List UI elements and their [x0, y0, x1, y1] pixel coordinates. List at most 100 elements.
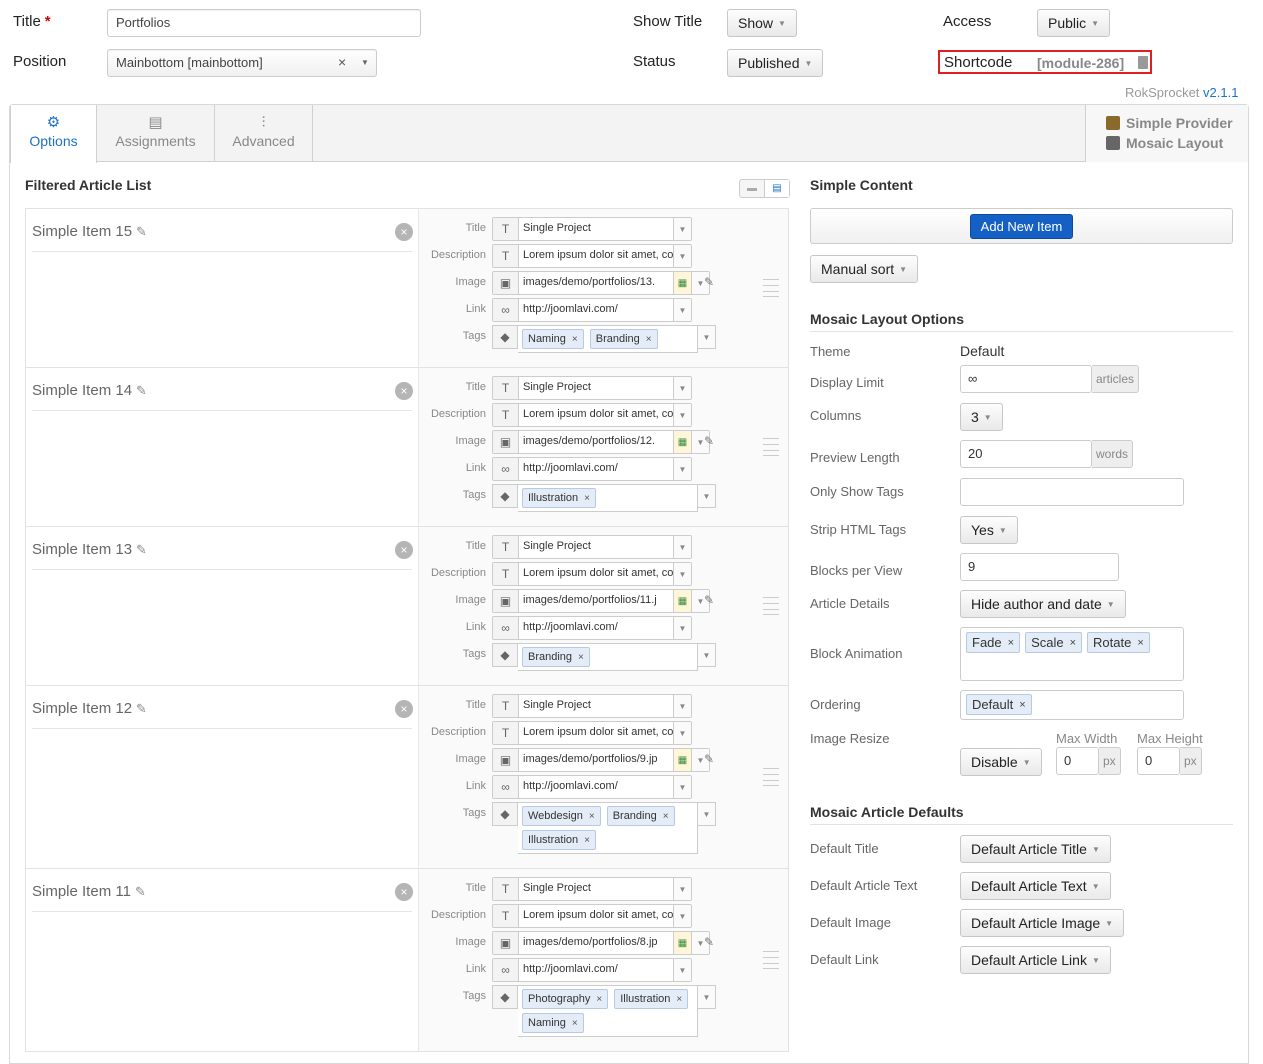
- remove-item-icon[interactable]: ×: [395, 382, 413, 400]
- title-input[interactable]: T Single Project ▼: [492, 217, 692, 241]
- remove-icon[interactable]: ×: [1008, 637, 1014, 649]
- default-title-select[interactable]: Default Article Title ▼: [960, 835, 1111, 863]
- description-input[interactable]: T Lorem ipsum dolor sit amet, con ▼: [492, 244, 692, 268]
- remove-icon[interactable]: ×: [1137, 637, 1143, 649]
- compact-view-icon[interactable]: ▬: [740, 180, 765, 197]
- remove-icon[interactable]: ×: [572, 334, 578, 345]
- pencil-icon[interactable]: ✎: [136, 224, 147, 239]
- remove-icon[interactable]: ×: [676, 994, 682, 1005]
- blocks-per-view-input[interactable]: 9: [960, 553, 1119, 581]
- remove-icon[interactable]: ×: [578, 652, 584, 663]
- chevron-down-icon[interactable]: ▼: [673, 218, 691, 240]
- status-select[interactable]: Published ▼: [727, 49, 824, 77]
- description-input[interactable]: T Lorem ipsum dolor sit amet, con ▼: [492, 721, 692, 745]
- title-input[interactable]: T Single Project ▼: [492, 535, 692, 559]
- chevron-down-icon[interactable]: ▼: [673, 617, 691, 639]
- add-new-item-button[interactable]: Add New Item: [970, 214, 1073, 239]
- image-picker-icon[interactable]: ▦: [673, 590, 691, 612]
- brand-version[interactable]: v2.1.1: [1203, 85, 1238, 100]
- link-input[interactable]: ∞ http://joomlavi.com/ ▼: [492, 958, 692, 982]
- remove-icon[interactable]: ×: [1019, 699, 1025, 711]
- block-animation-select[interactable]: Fade × Scale × Rotate ×: [960, 627, 1184, 681]
- pencil-icon[interactable]: ✎: [136, 383, 147, 398]
- article-details-select[interactable]: Hide author and date ▼: [960, 590, 1126, 618]
- description-input[interactable]: T Lorem ipsum dolor sit amet, con ▼: [492, 904, 692, 928]
- chevron-down-icon[interactable]: ▼: [673, 776, 691, 798]
- remove-item-icon[interactable]: ×: [395, 883, 413, 901]
- pencil-icon[interactable]: ✎: [136, 701, 147, 716]
- remove-icon[interactable]: ×: [584, 493, 590, 504]
- image-input[interactable]: ▣ images/demo/portfolios/8.jp ▦ ▼: [492, 931, 710, 955]
- drag-handle[interactable]: [763, 279, 779, 297]
- image-input[interactable]: ▣ images/demo/portfolios/13. ▦ ▼: [492, 271, 710, 295]
- title-input[interactable]: T Single Project ▼: [492, 376, 692, 400]
- shortcode-value[interactable]: [module-286]: [1037, 55, 1124, 71]
- chevron-down-icon[interactable]: ▼: [673, 299, 691, 321]
- default-link-select[interactable]: Default Article Link ▼: [960, 946, 1111, 974]
- max-width-input[interactable]: 0: [1056, 747, 1099, 775]
- position-select[interactable]: Mainbottom [mainbottom] × ▼: [107, 49, 377, 77]
- edit-image-icon[interactable]: ✎: [704, 275, 714, 289]
- chevron-down-icon[interactable]: ▼: [673, 377, 691, 399]
- chevron-down-icon[interactable]: ▼: [673, 878, 691, 900]
- chevron-down-icon[interactable]: ▼: [698, 325, 716, 349]
- tags-input[interactable]: ◆ Illustration × ▼: [492, 484, 716, 512]
- tags-input[interactable]: ◆ Branding × ▼: [492, 643, 716, 671]
- chevron-down-icon[interactable]: ▼: [698, 643, 716, 667]
- image-resize-select[interactable]: Disable ▼: [960, 748, 1042, 776]
- chevron-down-icon[interactable]: ▼: [673, 458, 691, 480]
- drag-handle[interactable]: [763, 768, 779, 786]
- default-text-select[interactable]: Default Article Text ▼: [960, 872, 1111, 900]
- image-picker-icon[interactable]: ▦: [673, 272, 691, 294]
- tags-input[interactable]: ◆ Photography × Illustration × Naming × ▼: [492, 985, 716, 1037]
- tags-input[interactable]: ◆ Naming × Branding × ▼: [492, 325, 716, 353]
- chevron-down-icon[interactable]: ▼: [673, 722, 691, 744]
- title-input[interactable]: T Single Project ▼: [492, 877, 692, 901]
- access-select[interactable]: Public ▼: [1037, 9, 1111, 37]
- sort-select[interactable]: Manual sort ▼: [810, 255, 919, 283]
- item-name[interactable]: Simple Item 15 ✎: [32, 223, 147, 240]
- remove-icon[interactable]: ×: [584, 835, 590, 846]
- chevron-down-icon[interactable]: ▼: [698, 985, 716, 1009]
- edit-image-icon[interactable]: ✎: [704, 593, 714, 607]
- tab-assignments[interactable]: ▤ Assignments: [97, 105, 215, 162]
- chevron-down-icon[interactable]: ▼: [673, 536, 691, 558]
- pencil-icon[interactable]: ✎: [136, 542, 147, 557]
- chevron-down-icon[interactable]: ▼: [698, 802, 716, 826]
- remove-icon[interactable]: ×: [589, 811, 595, 822]
- image-input[interactable]: ▣ images/demo/portfolios/9.jp ▦ ▼: [492, 748, 710, 772]
- chevron-down-icon[interactable]: ▼: [673, 245, 691, 267]
- item-name[interactable]: Simple Item 13 ✎: [32, 541, 147, 558]
- display-limit-input[interactable]: ∞: [960, 365, 1092, 393]
- image-picker-icon[interactable]: ▦: [673, 431, 691, 453]
- link-input[interactable]: ∞ http://joomlavi.com/ ▼: [492, 616, 692, 640]
- clear-icon[interactable]: ×: [338, 54, 346, 70]
- remove-icon[interactable]: ×: [572, 1018, 578, 1029]
- remove-icon[interactable]: ×: [596, 994, 602, 1005]
- drag-handle[interactable]: [763, 951, 779, 969]
- edit-image-icon[interactable]: ✎: [704, 434, 714, 448]
- title-input[interactable]: Portfolios: [107, 9, 421, 37]
- image-picker-icon[interactable]: ▦: [673, 932, 691, 954]
- link-input[interactable]: ∞ http://joomlavi.com/ ▼: [492, 298, 692, 322]
- image-picker-icon[interactable]: ▦: [673, 749, 691, 771]
- tags-input[interactable]: ◆ Webdesign × Branding × Illustration × ▼: [492, 802, 716, 854]
- only-show-tags-input[interactable]: [960, 478, 1184, 506]
- remove-item-icon[interactable]: ×: [395, 700, 413, 718]
- remove-icon[interactable]: ×: [1070, 637, 1076, 649]
- item-name[interactable]: Simple Item 14 ✎: [32, 382, 147, 399]
- remove-item-icon[interactable]: ×: [395, 223, 413, 241]
- chevron-down-icon[interactable]: ▼: [673, 563, 691, 585]
- drag-handle[interactable]: [763, 438, 779, 456]
- ordering-select[interactable]: Default ×: [960, 690, 1184, 720]
- description-input[interactable]: T Lorem ipsum dolor sit amet, con ▼: [492, 562, 692, 586]
- chevron-down-icon[interactable]: ▼: [673, 695, 691, 717]
- edit-image-icon[interactable]: ✎: [704, 935, 714, 949]
- columns-select[interactable]: 3 ▼: [960, 403, 1003, 431]
- link-input[interactable]: ∞ http://joomlavi.com/ ▼: [492, 457, 692, 481]
- tab-advanced[interactable]: ⫶ Advanced: [215, 105, 313, 162]
- chevron-down-icon[interactable]: ▼: [673, 959, 691, 981]
- remove-icon[interactable]: ×: [646, 334, 652, 345]
- image-input[interactable]: ▣ images/demo/portfolios/11.j ▦ ▼: [492, 589, 710, 613]
- default-image-select[interactable]: Default Article Image ▼: [960, 909, 1125, 937]
